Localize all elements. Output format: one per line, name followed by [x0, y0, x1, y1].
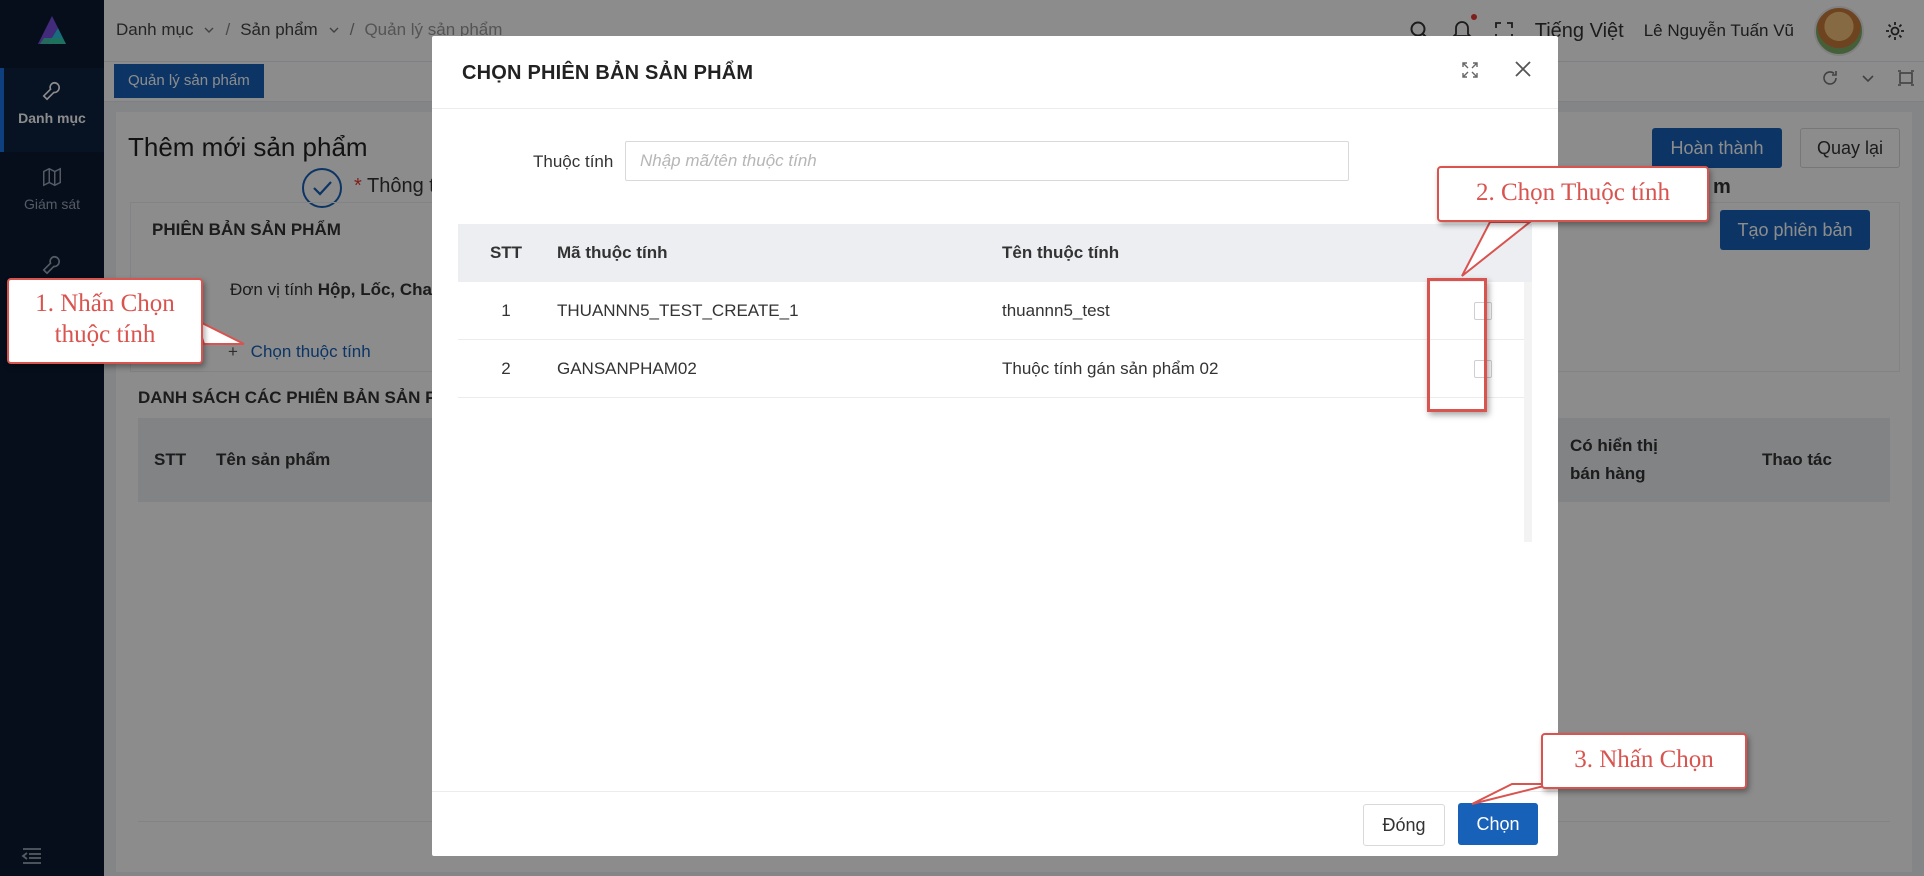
col-stt: STT [489, 243, 523, 262]
modal-title: CHỌN PHIÊN BẢN SẢN PHẨM [462, 62, 754, 84]
annotation-step-3: 3. Nhấn Chọn [1541, 733, 1747, 789]
expand-icon[interactable] [1460, 60, 1480, 80]
table-scrollbar[interactable] [1524, 282, 1532, 542]
annotation-step-1-line2: thuộc tính [54, 321, 156, 349]
close-icon[interactable] [1512, 58, 1534, 80]
table-row[interactable]: 2 GANSANPHAM02 Thuộc tính gán sản phẩm 0… [458, 340, 1532, 398]
close-button[interactable]: Đóng [1363, 804, 1445, 846]
row-attribute-name: thuannn5_test [1002, 300, 1110, 320]
col-attribute-name: Tên thuộc tính [1002, 243, 1120, 262]
table-row[interactable]: 1 THUANNN5_TEST_CREATE_1 thuannn5_test [458, 282, 1532, 340]
annotation-step-1-line1: 1. Nhấn Chọn [35, 290, 175, 317]
modal-header-divider [432, 108, 1558, 109]
annotation-step-2: 2. Chọn Thuộc tính [1437, 166, 1709, 222]
row-stt: 2 [501, 358, 511, 378]
attribute-search-input[interactable] [625, 141, 1349, 181]
attribute-table: STT Mã thuộc tính Tên thuộc tính 1 THUAN… [458, 224, 1532, 398]
choose-version-modal: CHỌN PHIÊN BẢN SẢN PHẨM Thuộc tính STT M… [432, 36, 1558, 856]
row-attribute-name: Thuộc tính gán sản phẩm 02 [1002, 358, 1219, 378]
filter-label: Thuộc tính [533, 152, 614, 171]
attribute-table-header: STT Mã thuộc tính Tên thuộc tính [458, 224, 1532, 282]
col-attribute-code: Mã thuộc tính [557, 243, 668, 262]
row-stt: 1 [501, 300, 511, 320]
annotation-step-1: 1. Nhấn Chọn thuộc tính [7, 278, 203, 364]
row-attribute-code: GANSANPHAM02 [557, 358, 697, 378]
checkbox-highlight [1427, 278, 1487, 412]
modal-footer-divider [432, 791, 1558, 792]
choose-button[interactable]: Chọn [1458, 803, 1538, 845]
row-attribute-code: THUANNN5_TEST_CREATE_1 [557, 300, 799, 320]
